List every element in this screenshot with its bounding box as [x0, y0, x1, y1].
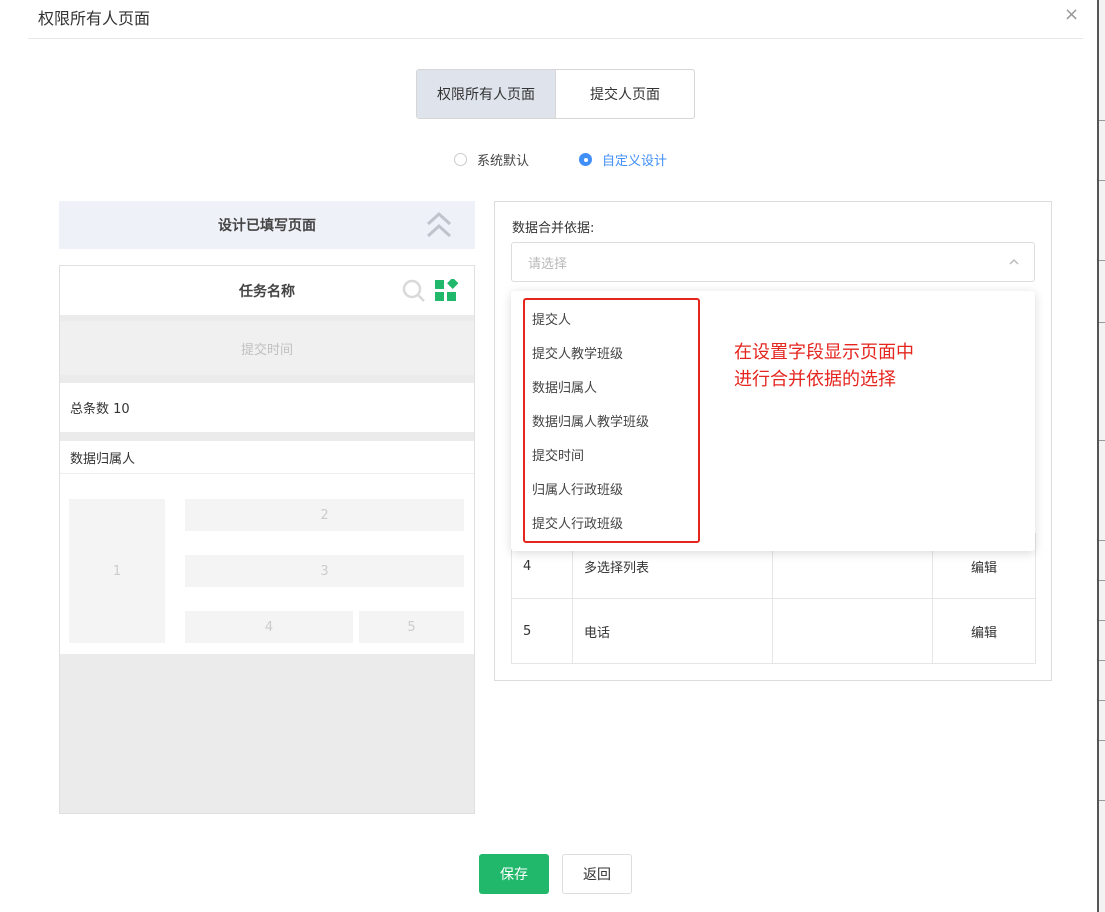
select-placeholder: 请选择	[528, 256, 568, 272]
page-tabs: 权限所有人页面 提交人页面	[416, 69, 695, 119]
radio-label: 系统默认	[477, 154, 530, 169]
apps-icon[interactable]	[434, 279, 458, 303]
mobile-preview: 任务名称 提交时间 总条数 10 数据归属人 1 2 3 4 5	[59, 265, 475, 814]
title-divider	[28, 38, 1083, 39]
design-bar[interactable]: 设计已填写页面	[59, 201, 475, 249]
layout-cell-2: 2	[185, 499, 464, 531]
highlight-box	[523, 298, 700, 543]
preview-header: 任务名称	[60, 266, 474, 315]
layout-cell-5: 5	[359, 611, 464, 643]
fields-table: 4 多选择列表 编辑 5 电话 编辑	[511, 533, 1036, 664]
row-index: 5	[511, 598, 573, 664]
chevron-up-icon	[1009, 258, 1019, 265]
save-button[interactable]: 保存	[479, 854, 549, 894]
layout-cell-4: 4	[185, 611, 353, 643]
radio-custom-design[interactable]: 自定义设计	[579, 150, 667, 169]
search-icon[interactable]	[402, 279, 426, 303]
double-chevron-up-icon[interactable]	[425, 211, 453, 239]
record-card: 数据归属人 1 2 3 4 5	[60, 441, 474, 654]
row-field-name: 电话	[572, 598, 773, 664]
row-extra	[772, 598, 933, 664]
annotation-line-1: 在设置字段显示页面中	[734, 342, 914, 363]
layout-cell-3: 3	[185, 555, 464, 587]
table-row: 5 电话 编辑	[511, 598, 1036, 664]
dialog-title: 权限所有人页面	[38, 9, 151, 28]
total-count: 总条数 10	[60, 383, 474, 432]
dialog: 权限所有人页面 × 权限所有人页面 提交人页面 系统默认 自定义设计 设计已填写…	[0, 0, 1097, 912]
right-edge-strip	[1097, 0, 1105, 912]
radio-checked-icon	[579, 153, 592, 166]
tab-submitter-page[interactable]: 提交人页面	[556, 70, 694, 118]
merge-basis-select[interactable]: 请选择	[511, 242, 1035, 282]
data-owner-label: 数据归属人	[60, 441, 474, 474]
back-button[interactable]: 返回	[562, 854, 632, 894]
annotation-line-2: 进行合并依据的选择	[734, 369, 896, 390]
edit-link[interactable]: 编辑	[932, 598, 1036, 664]
layout-cell-1: 1	[69, 499, 165, 643]
design-bar-title: 设计已填写页面	[218, 218, 316, 234]
submit-time-bar: 提交时间	[60, 321, 474, 375]
merge-basis-label: 数据合并依据:	[512, 221, 595, 236]
radio-unchecked-icon	[454, 153, 467, 166]
radio-label: 自定义设计	[602, 154, 668, 169]
radio-system-default[interactable]: 系统默认	[454, 150, 529, 169]
close-icon[interactable]: ×	[1064, 4, 1079, 25]
task-name: 任务名称	[239, 283, 295, 300]
annotation-note: 在设置字段显示页面中 进行合并依据的选择	[734, 339, 914, 393]
tab-owner-page[interactable]: 权限所有人页面	[417, 70, 556, 118]
